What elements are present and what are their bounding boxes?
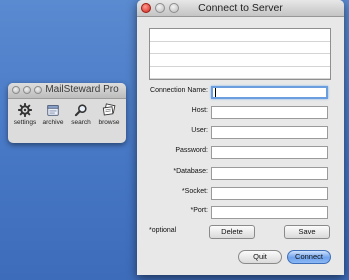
database-field[interactable] xyxy=(211,167,328,180)
palette-toolbar: settings archive search browse xyxy=(8,99,126,126)
save-button[interactable]: Save xyxy=(284,225,330,239)
archive-icon xyxy=(47,105,59,116)
palette-titlebar[interactable]: MailSteward Pro xyxy=(8,83,126,99)
socket-field[interactable] xyxy=(211,187,328,200)
host-field[interactable] xyxy=(211,106,328,119)
connection-name-label: Connection Name: xyxy=(150,87,208,94)
dialog-titlebar[interactable]: Connect to Server xyxy=(137,0,344,17)
user-label: User: xyxy=(191,127,208,134)
search-tool-label: search xyxy=(71,119,91,126)
list-row[interactable] xyxy=(150,42,330,54)
connect-to-server-window: Connect to Server Connection Name: Host:… xyxy=(137,0,344,275)
gear-icon xyxy=(18,103,32,117)
browse-icon xyxy=(102,103,116,116)
password-label: Password: xyxy=(175,147,208,154)
quit-button[interactable]: Quit xyxy=(238,250,282,264)
host-row: Host: xyxy=(137,106,344,120)
text-caret xyxy=(215,88,216,97)
port-row: *Port: xyxy=(137,206,344,220)
socket-row: *Socket: xyxy=(137,187,344,201)
settings-tool-label: settings xyxy=(13,119,37,126)
connection-name-row: Connection Name: xyxy=(137,86,344,100)
connection-name-field[interactable] xyxy=(211,86,328,99)
host-label: Host: xyxy=(191,107,208,114)
password-field[interactable] xyxy=(211,146,328,159)
connect-button[interactable]: Connect xyxy=(287,250,331,264)
browse-tool-button[interactable]: browse xyxy=(95,103,123,126)
archive-tool-button[interactable]: archive xyxy=(39,103,67,126)
list-row[interactable] xyxy=(150,54,330,67)
password-row: Password: xyxy=(137,146,344,160)
port-field[interactable] xyxy=(211,206,328,219)
browse-tool-label: browse xyxy=(98,119,120,126)
palette-title: MailSteward Pro xyxy=(45,84,119,95)
dialog-title: Connect to Server xyxy=(198,2,283,14)
user-row: User: xyxy=(137,126,344,140)
mailsteward-palette-window: MailSteward Pro settings archive search … xyxy=(8,83,126,143)
list-row[interactable] xyxy=(150,67,330,79)
settings-tool-button[interactable]: settings xyxy=(11,103,39,126)
archive-tool-label: archive xyxy=(42,119,64,126)
search-tool-button[interactable]: search xyxy=(67,103,95,126)
socket-label: *Socket: xyxy=(181,188,208,195)
database-row: *Database: xyxy=(137,167,344,181)
database-label: *Database: xyxy=(173,168,208,175)
magnifier-icon xyxy=(74,104,87,117)
optional-note: *optional xyxy=(149,227,177,234)
server-connections-list[interactable] xyxy=(149,28,331,80)
port-label: *Port: xyxy=(190,207,208,214)
list-row[interactable] xyxy=(150,29,330,42)
delete-button[interactable]: Delete xyxy=(209,225,255,239)
user-field[interactable] xyxy=(211,126,328,139)
